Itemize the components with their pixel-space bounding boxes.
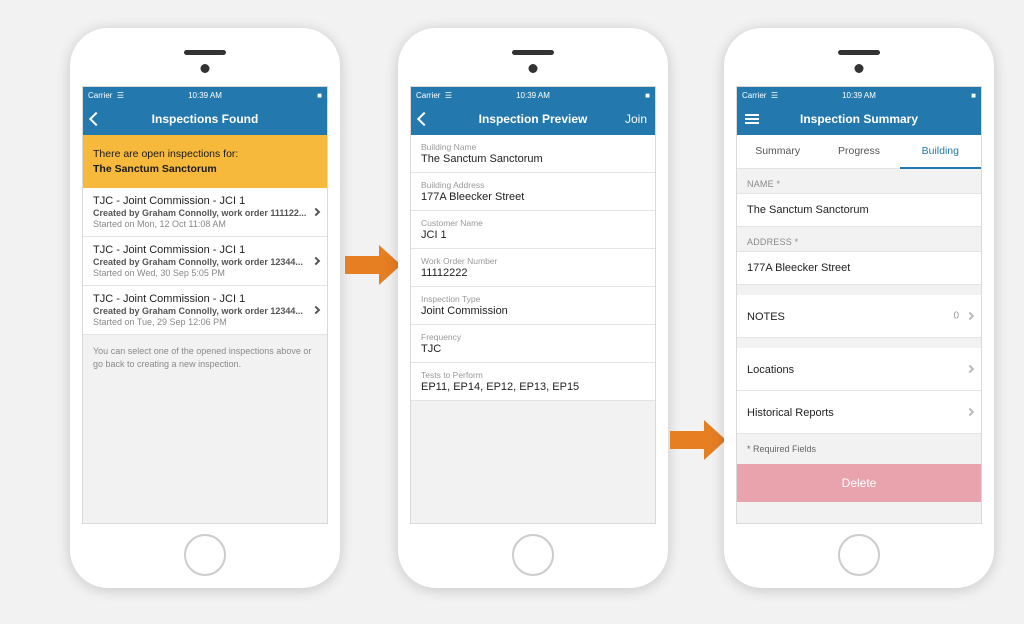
- field-inspection-type: Inspection TypeJoint Commission: [411, 287, 655, 325]
- status-bar: Carrier ☰ 10:39 AM ■: [737, 87, 981, 103]
- menu-button[interactable]: [737, 103, 767, 135]
- phone-inspection-preview: Carrier ☰ 10:39 AM ■ Inspection Preview …: [398, 28, 668, 588]
- address-field[interactable]: 177A Bleecker Street: [737, 251, 981, 285]
- inspection-row[interactable]: TJC - Joint Commission - JCI 1 Created b…: [83, 286, 327, 335]
- chevron-right-icon: [966, 408, 974, 416]
- status-bar: Carrier ☰ 10:39 AM ■: [411, 87, 655, 103]
- nav-bar: Inspections Found: [83, 103, 327, 135]
- field-customer-name: Customer NameJCI 1: [411, 211, 655, 249]
- tab-summary[interactable]: Summary: [737, 135, 818, 168]
- name-field[interactable]: The Sanctum Sanctorum: [737, 193, 981, 227]
- locations-row[interactable]: Locations: [737, 348, 981, 391]
- chevron-right-icon: [966, 312, 974, 320]
- nav-title: Inspection Preview: [479, 112, 588, 126]
- historical-reports-row[interactable]: Historical Reports: [737, 391, 981, 434]
- field-tests: Tests to PerformEP11, EP14, EP12, EP13, …: [411, 363, 655, 401]
- chevron-left-icon: [417, 112, 431, 126]
- hamburger-icon: [745, 114, 759, 124]
- chevron-left-icon: [89, 112, 103, 126]
- address-label: ADDRESS *: [737, 227, 981, 251]
- phone-inspection-summary: Carrier ☰ 10:39 AM ■ Inspection Summary …: [724, 28, 994, 588]
- arrow-icon: [345, 245, 401, 285]
- delete-button[interactable]: Delete: [737, 464, 981, 502]
- screen: Carrier ☰ 10:39 AM ■ Inspection Preview …: [410, 86, 656, 524]
- screen: Carrier ☰ 10:39 AM ■ Inspection Summary …: [736, 86, 982, 524]
- nav-title: Inspection Summary: [800, 112, 918, 126]
- required-fields-note: * Required Fields: [737, 434, 981, 464]
- tab-progress[interactable]: Progress: [818, 135, 899, 168]
- notes-row[interactable]: NOTES 0: [737, 295, 981, 338]
- home-button[interactable]: [512, 534, 554, 576]
- home-button[interactable]: [838, 534, 880, 576]
- status-bar: Carrier ☰ 10:39 AM ■: [83, 87, 327, 103]
- nav-bar: Inspection Preview Join: [411, 103, 655, 135]
- tab-building[interactable]: Building: [900, 135, 981, 169]
- open-inspections-banner: There are open inspections for: The Sanc…: [83, 135, 327, 188]
- name-label: NAME *: [737, 169, 981, 193]
- field-building-address: Building Address177A Bleecker Street: [411, 173, 655, 211]
- home-button[interactable]: [184, 534, 226, 576]
- back-button[interactable]: [83, 103, 109, 135]
- nav-title: Inspections Found: [152, 112, 259, 126]
- phone-inspections-found: Carrier ☰ 10:39 AM ■ Inspections Found T…: [70, 28, 340, 588]
- back-button[interactable]: [411, 103, 437, 135]
- screen: Carrier ☰ 10:39 AM ■ Inspections Found T…: [82, 86, 328, 524]
- chevron-right-icon: [966, 365, 974, 373]
- arrow-icon: [670, 420, 726, 460]
- helper-text: You can select one of the opened inspect…: [83, 335, 327, 380]
- nav-bar: Inspection Summary: [737, 103, 981, 135]
- join-button[interactable]: Join: [617, 103, 655, 135]
- inspection-row[interactable]: TJC - Joint Commission - JCI 1 Created b…: [83, 188, 327, 237]
- tabs: Summary Progress Building: [737, 135, 981, 169]
- field-work-order: Work Order Number11112222: [411, 249, 655, 287]
- field-frequency: FrequencyTJC: [411, 325, 655, 363]
- field-building-name: Building NameThe Sanctum Sanctorum: [411, 135, 655, 173]
- inspection-row[interactable]: TJC - Joint Commission - JCI 1 Created b…: [83, 237, 327, 286]
